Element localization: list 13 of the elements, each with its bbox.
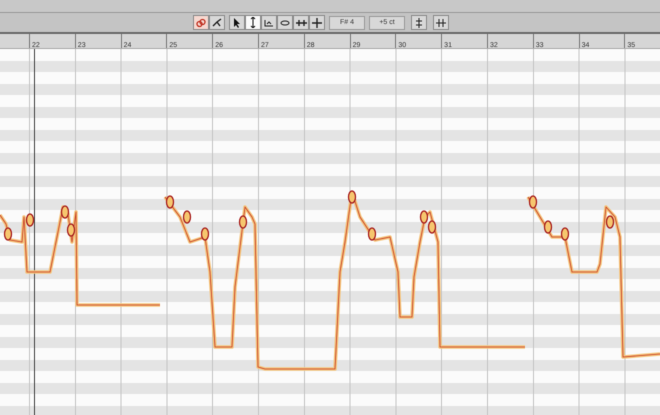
- tool-button[interactable]: [293, 15, 309, 30]
- tool-button[interactable]: [277, 15, 293, 30]
- formant-icon: [264, 18, 274, 26]
- tool-button[interactable]: [209, 15, 225, 30]
- tool-button[interactable]: [411, 15, 427, 30]
- tool-button[interactable]: [261, 15, 277, 30]
- split-icon: [312, 18, 322, 28]
- amplitude-icon: [280, 20, 290, 26]
- tool-button[interactable]: [309, 15, 325, 30]
- tool-button[interactable]: [433, 15, 449, 30]
- tool-button[interactable]: [229, 15, 245, 30]
- tool-button[interactable]: [245, 15, 261, 30]
- pointer-icon: [233, 18, 241, 28]
